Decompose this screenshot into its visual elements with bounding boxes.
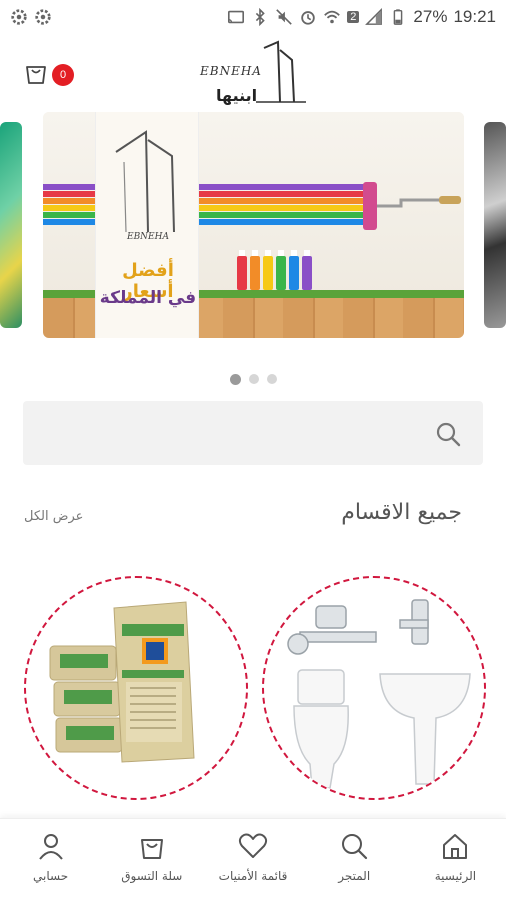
paint-stripes: [43, 184, 373, 242]
cart-count-badge: 0: [52, 64, 74, 86]
nav-account[interactable]: حسابي: [0, 819, 101, 900]
mute-icon: [276, 9, 293, 25]
cast-icon: [228, 10, 245, 24]
logo-text-en: EBNEHA: [200, 64, 262, 78]
search-bar[interactable]: [23, 401, 483, 465]
clock: 19:21: [453, 7, 496, 26]
search-input[interactable]: [39, 401, 429, 465]
logo-text-ar: ابنيها: [216, 86, 258, 105]
search-icon[interactable]: [435, 421, 461, 447]
banner-text-panel: EBNEHA أفضل أسعار في المملكة: [95, 112, 199, 338]
carousel-dot[interactable]: [266, 374, 277, 384]
brand-logo: EBNEHA ابنيها: [196, 38, 312, 110]
paint-roller-icon: [363, 182, 461, 230]
app-screen: 2 27% 19:21 0 EBNEHA ابنيها EBNEHA أفضل …: [0, 0, 506, 900]
cart-icon: [140, 839, 163, 859]
paint-stripe: [43, 191, 373, 197]
app-header: 0 EBNEHA ابنيها: [0, 34, 506, 110]
categories-title: جميع الاقسام: [341, 500, 462, 525]
status-right: 2 27% 19:21: [227, 7, 496, 27]
view-all-link[interactable]: عرض الكل: [24, 509, 83, 524]
cart-icon[interactable]: [22, 58, 50, 86]
previous-slide-peek[interactable]: [0, 122, 22, 328]
battery-icon: [394, 9, 403, 25]
carousel-dot[interactable]: [248, 374, 259, 384]
settings-notification-icon: [11, 9, 27, 25]
carousel-indicator: [0, 374, 506, 385]
category-cement[interactable]: [24, 576, 248, 800]
heart-icon: [238, 833, 268, 858]
alarm-icon: [301, 11, 316, 25]
signal-icon: [365, 8, 383, 25]
carousel-dot[interactable]: [229, 374, 241, 385]
nav-store-label: المتجر: [338, 869, 371, 883]
nav-home[interactable]: الرئيسية: [405, 819, 506, 900]
next-slide-peek[interactable]: [484, 122, 506, 328]
banner-brand: EBNEHA: [127, 232, 169, 242]
nav-wishlist-label: قائمة الأمنيات: [218, 869, 288, 883]
sim-badge: 2: [347, 11, 360, 23]
nav-home-label: الرئيسية: [434, 869, 477, 883]
nav-cart-label: سلة التسوق: [121, 869, 183, 883]
status-left: [10, 8, 52, 26]
user-icon: [38, 834, 63, 860]
settings-notification-icon-2: [35, 9, 51, 25]
banner-slide[interactable]: EBNEHA أفضل أسعار في المملكة: [43, 112, 464, 338]
paint-bottles-icon: [237, 250, 312, 290]
search-icon: [342, 834, 368, 860]
bluetooth-icon: [256, 8, 266, 26]
nav-wishlist[interactable]: قائمة الأمنيات: [202, 819, 303, 900]
home-icon: [443, 834, 468, 859]
cement-bags-image: [49, 601, 195, 763]
battery-percent: 27%: [413, 7, 448, 26]
banner-carousel[interactable]: EBNEHA أفضل أسعار في المملكة: [0, 112, 506, 340]
nav-store[interactable]: المتجر: [304, 819, 405, 900]
wifi-icon: [324, 10, 341, 24]
paint-stripe: [43, 219, 373, 225]
paint-stripe: [43, 212, 373, 218]
paint-stripe: [43, 184, 373, 190]
sanitary-ware-image: [287, 599, 471, 789]
banner-subheadline: في المملكة: [99, 288, 197, 308]
building-logo-icon: [115, 130, 175, 232]
paint-stripe: [43, 198, 373, 204]
status-bar: 2 27% 19:21: [0, 0, 506, 34]
nav-account-label: حسابي: [33, 869, 69, 883]
paint-stripe: [43, 205, 373, 211]
category-sanitary-ware[interactable]: [262, 576, 486, 800]
nav-cart[interactable]: سلة التسوق: [101, 819, 202, 900]
bottom-navigation: حسابي سلة التسوق قائمة الأمنيات المتجر ا…: [0, 818, 506, 900]
